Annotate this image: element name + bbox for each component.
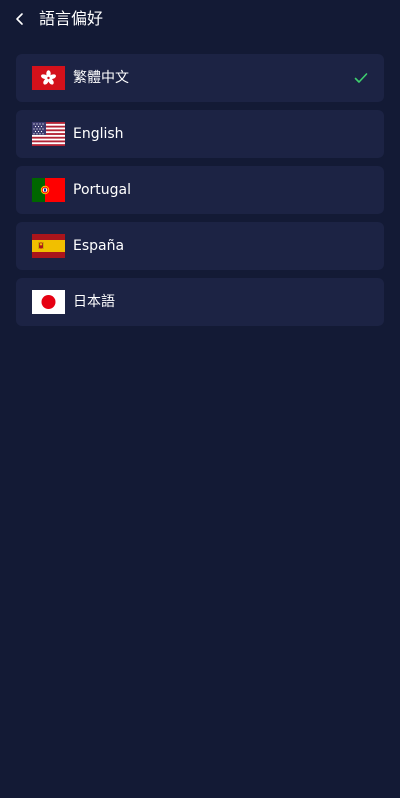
language-option-english[interactable]: English: [16, 110, 384, 158]
language-list: 繁體中文 English Portugal España 日本語: [16, 54, 384, 334]
language-label: English: [73, 126, 124, 142]
page-title: 語言偏好: [39, 9, 104, 28]
language-option-portuguese[interactable]: Portugal: [16, 166, 384, 214]
chevron-left-icon: [16, 13, 23, 25]
back-button[interactable]: [10, 9, 30, 29]
header: 語言偏好: [0, 0, 400, 40]
japan-flag-icon: [32, 290, 65, 314]
checkmark-icon: [354, 72, 368, 84]
usa-flag-icon: [32, 122, 65, 146]
language-option-spanish[interactable]: España: [16, 222, 384, 270]
spain-flag-icon: [32, 234, 65, 258]
language-label: 日本語: [73, 294, 115, 310]
language-option-japanese[interactable]: 日本語: [16, 278, 384, 326]
language-label: España: [73, 238, 125, 254]
language-label: Portugal: [73, 182, 131, 198]
hong-kong-flag-icon: [32, 66, 65, 90]
language-label: 繁體中文: [73, 70, 129, 86]
portugal-flag-icon: [32, 178, 65, 202]
language-option-traditional-chinese[interactable]: 繁體中文: [16, 54, 384, 102]
